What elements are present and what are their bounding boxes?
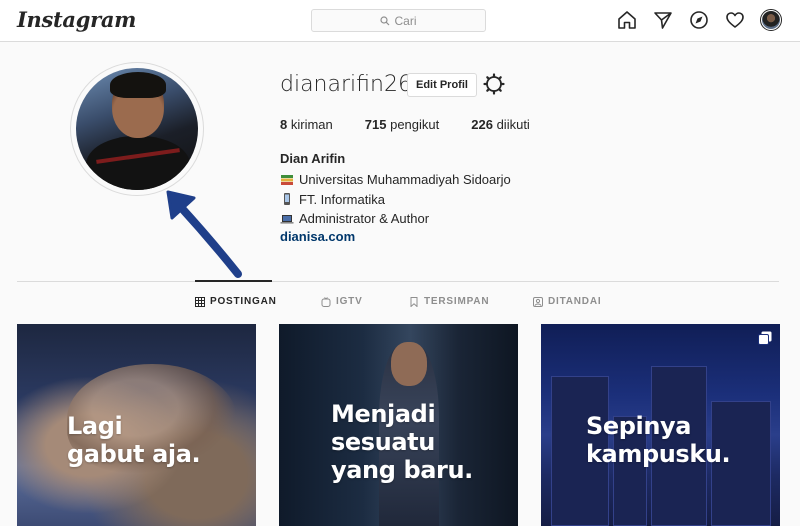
explore-compass-icon[interactable] (688, 9, 710, 31)
bookmark-icon (410, 296, 418, 307)
post-caption: Menjadi sesuatu yang baru. (331, 400, 473, 484)
nav-profile-avatar[interactable] (760, 9, 782, 31)
profile-website-link[interactable]: dianisa.com (280, 229, 355, 244)
active-tab-indicator (195, 280, 272, 282)
heart-icon[interactable] (724, 9, 746, 31)
post-thumbnail[interactable]: Menjadi sesuatu yang baru. (279, 324, 518, 526)
tab-igtv[interactable]: IGTV (321, 296, 409, 307)
tab-posts[interactable]: POSTINGAN (195, 296, 321, 307)
phone-emoji-icon (284, 193, 290, 206)
multiple-photos-icon (758, 331, 772, 345)
grid-icon (195, 296, 205, 307)
profile-avatar[interactable] (70, 62, 204, 196)
post-thumbnail[interactable]: Lagi gabut aja. (17, 324, 256, 526)
instagram-logo[interactable]: Instagram (17, 7, 136, 32)
search-icon (380, 15, 390, 25)
nav-icons (616, 9, 782, 31)
profile-bio: Universitas Muhammadiyah Sidoarjo FT. In… (280, 170, 511, 229)
profile-full-name: Dian Arifin (280, 151, 346, 166)
profile-photo (76, 68, 198, 190)
tagged-icon (533, 296, 543, 307)
posts-count: 8 kiriman (280, 117, 333, 132)
settings-gear-icon[interactable] (482, 72, 506, 96)
bio-line: Administrator & Author (280, 209, 511, 229)
tabs-divider (17, 281, 779, 282)
search-placeholder: Cari (394, 13, 417, 28)
tab-saved[interactable]: TERSIMPAN (409, 296, 533, 307)
edit-profile-button[interactable]: Edit Profil (407, 73, 477, 97)
books-emoji-icon (281, 174, 293, 185)
profile-stats: 8 kiriman 715 pengikut 226 diikuti (280, 117, 562, 132)
bio-line: Universitas Muhammadiyah Sidoarjo (280, 170, 511, 190)
bio-line: FT. Informatika (280, 190, 511, 210)
direct-message-icon[interactable] (652, 9, 674, 31)
top-nav: Instagram Cari (0, 0, 800, 42)
profile-username: dianarifin26 (280, 72, 412, 97)
laptop-emoji-icon (280, 214, 294, 224)
profile-tabs: POSTINGAN IGTV TERSIMPAN DITANDAI (195, 296, 601, 307)
followers-count[interactable]: 715 pengikut (365, 117, 439, 132)
post-caption: Sepinya kampusku. (586, 412, 731, 468)
annotation-arrow-icon (166, 190, 242, 278)
search-input[interactable]: Cari (311, 9, 486, 32)
post-thumbnail[interactable]: Sepinya kampusku. (541, 324, 780, 526)
igtv-icon (321, 296, 331, 307)
home-icon[interactable] (616, 9, 638, 31)
following-count[interactable]: 226 diikuti (471, 117, 530, 132)
post-caption: Lagi gabut aja. (67, 412, 201, 468)
tab-tagged[interactable]: DITANDAI (533, 296, 601, 307)
